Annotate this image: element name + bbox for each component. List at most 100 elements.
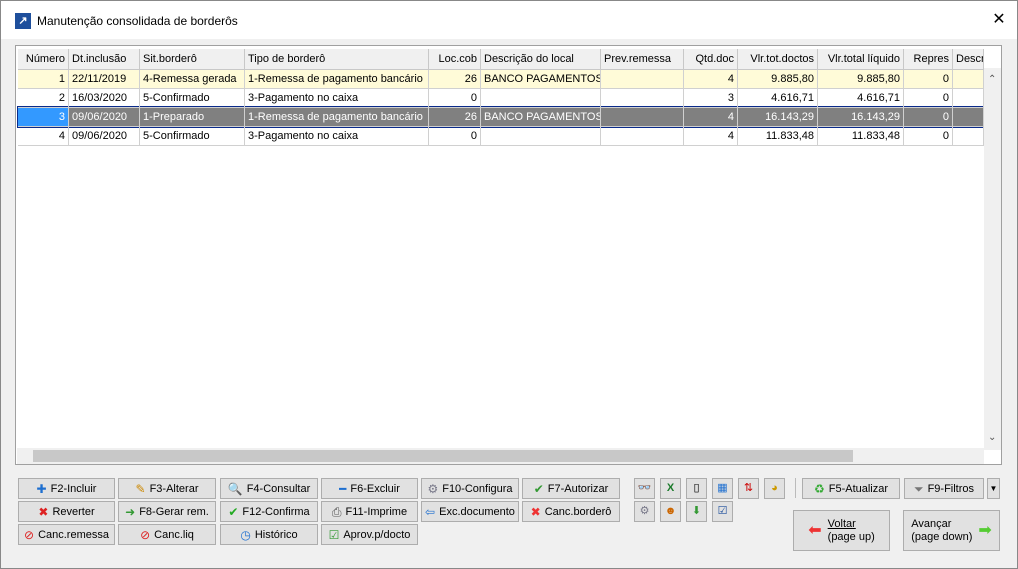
generate-icon: ➜: [125, 504, 136, 519]
search-doc-icon: 🔍: [227, 481, 243, 496]
excel-icon[interactable]: X: [660, 478, 681, 499]
vertical-scrollbar[interactable]: ⌃ ⌄: [984, 68, 1001, 450]
table-cell: BANCO PAGAMENTOS: [481, 108, 601, 127]
user-check-icon[interactable]: ☻: [660, 501, 681, 522]
column-header[interactable]: Qtd.doc: [684, 49, 738, 70]
table-cell: 9.885,80: [738, 70, 818, 89]
scroll-thumb[interactable]: [33, 450, 853, 462]
button-label: Canc.remessa: [38, 528, 109, 541]
table-cell: 16/03/2020: [69, 89, 140, 108]
button-label: Histórico: [254, 528, 298, 541]
column-header[interactable]: Descrição do local: [481, 49, 601, 70]
table-cell: 11.833,48: [818, 127, 904, 146]
table-cell: 4: [684, 108, 738, 127]
history-icon: ◷: [240, 527, 251, 542]
table-cell: [953, 89, 984, 108]
button-f4-consultar[interactable]: 🔍 F4-Consultar: [220, 478, 318, 499]
button-f7-autorizar[interactable]: ✔ F7-Autorizar: [522, 478, 620, 499]
horizontal-scrollbar[interactable]: [17, 448, 984, 464]
forbidden-icon: ⊘: [140, 527, 151, 542]
table-cell: 1-Remessa de pagamento bancário: [245, 108, 429, 127]
table-cell: [953, 127, 984, 146]
button-aprov-p-docto[interactable]: ☑ Aprov.p/docto: [321, 524, 418, 545]
filters-dropdown[interactable]: ▼: [987, 478, 1000, 499]
button-canc-liq[interactable]: ⊘ Canc.liq: [118, 524, 216, 545]
button-f11-imprime[interactable]: ⎙ F11-Imprime: [321, 501, 418, 522]
table-cell: [601, 70, 684, 89]
column-header[interactable]: Vlr.total líquido: [818, 49, 904, 70]
column-header[interactable]: Descr: [953, 49, 984, 70]
sort-icon[interactable]: ⇅: [738, 478, 759, 499]
filters-label: F9-Filtros: [927, 482, 975, 495]
table-cell: 0: [429, 127, 481, 146]
window-title: Manutenção consolidada de borderôs: [37, 14, 238, 28]
column-header[interactable]: Repres: [904, 49, 953, 70]
back-sub-label: (page up): [827, 530, 875, 543]
back-button[interactable]: ⬅ Voltar (page up): [793, 510, 890, 551]
table-cell: [481, 127, 601, 146]
table-cell: 0: [904, 70, 953, 89]
button-label: F11-Imprime: [345, 505, 408, 518]
download-icon[interactable]: ⬇: [686, 501, 707, 522]
confirm-icon: ✔: [228, 504, 239, 519]
table-cell: 0: [429, 89, 481, 108]
scroll-up-icon[interactable]: ⌃: [988, 74, 996, 85]
button-label: F2-Incluir: [50, 482, 97, 495]
button-hist-rico[interactable]: ◷ Histórico: [220, 524, 318, 545]
next-button[interactable]: Avançar (page down) ➡: [903, 510, 1000, 551]
table-cell: 4.616,71: [738, 89, 818, 108]
borderos-grid[interactable]: ⌃ ⌄ Número Dt.inclusão Sit.borderô Tipo de …: [15, 45, 1002, 465]
button-label: F6-Excluir: [350, 482, 400, 495]
table-cell: 1-Preparado: [140, 108, 245, 127]
forbidden-icon: ⊘: [24, 527, 35, 542]
table-cell: 0: [904, 89, 953, 108]
table-cell: 4-Remessa gerada: [140, 70, 245, 89]
back-label: Voltar: [827, 517, 856, 530]
button-label: F4-Consultar: [246, 482, 311, 495]
palette-icon[interactable]: ◕: [764, 478, 785, 499]
document-icon[interactable]: ▯: [686, 478, 707, 499]
calendar-icon[interactable]: ▦: [712, 478, 733, 499]
plus-icon: ✚: [36, 481, 47, 496]
button-reverter[interactable]: ✖ Reverter: [18, 501, 115, 522]
table-cell: [953, 108, 984, 127]
column-header[interactable]: Sit.borderô: [140, 49, 245, 70]
scroll-down-icon[interactable]: ⌄: [988, 432, 996, 443]
button-f12-confirma[interactable]: ✔ F12-Confirma: [220, 501, 318, 522]
button-exc-documento[interactable]: ⇦ Exc.documento: [421, 501, 519, 522]
button-f2-incluir[interactable]: ✚ F2-Incluir: [18, 478, 115, 499]
button-canc-remessa[interactable]: ⊘ Canc.remessa: [18, 524, 115, 545]
column-header[interactable]: Prev.remessa: [601, 49, 684, 70]
toolbar-divider: [795, 478, 796, 498]
table-cell: 0: [904, 108, 953, 127]
binoculars-icon[interactable]: 👓: [634, 478, 655, 499]
arrow-left-icon: ⬅: [808, 521, 822, 539]
button-f8-gerar-rem-[interactable]: ➜ F8-Gerar rem.: [118, 501, 216, 522]
filter-icon: ⏷: [913, 481, 924, 496]
button-label: F8-Gerar rem.: [139, 505, 209, 518]
refresh-button[interactable]: ♻ F5-Atualizar: [802, 478, 900, 499]
authorize-icon: ✔: [533, 481, 544, 496]
table-cell: [953, 70, 984, 89]
table-cell: 9.885,80: [818, 70, 904, 89]
table-cell: 2: [18, 89, 69, 108]
close-icon[interactable]: ✕: [989, 9, 1009, 29]
button-f6-excluir[interactable]: ━ F6-Excluir: [321, 478, 418, 499]
minus-icon: ━: [339, 481, 347, 496]
filters-button[interactable]: ⏷ F9-Filtros: [904, 478, 984, 499]
column-header[interactable]: Vlr.tot.doctos: [738, 49, 818, 70]
button-label: F12-Confirma: [242, 505, 310, 518]
refresh-icon: ♻: [813, 481, 825, 496]
column-header[interactable]: Loc.cob: [429, 49, 481, 70]
checklist-icon[interactable]: ☑: [712, 501, 733, 522]
column-header[interactable]: Número: [18, 49, 69, 70]
button-canc-border-[interactable]: ✖ Canc.borderô: [522, 501, 620, 522]
column-header[interactable]: Dt.inclusão: [69, 49, 140, 70]
button-label: Reverter: [52, 505, 95, 518]
column-header[interactable]: Tipo de borderô: [245, 49, 429, 70]
table-cell: 1-Remessa de pagamento bancário: [245, 70, 429, 89]
config-icon: ⚙: [427, 481, 439, 496]
button-f10-configura[interactable]: ⚙ F10-Configura: [421, 478, 519, 499]
button-f3-alterar[interactable]: ✎ F3-Alterar: [118, 478, 216, 499]
gear-icon[interactable]: ⚙: [634, 501, 655, 522]
